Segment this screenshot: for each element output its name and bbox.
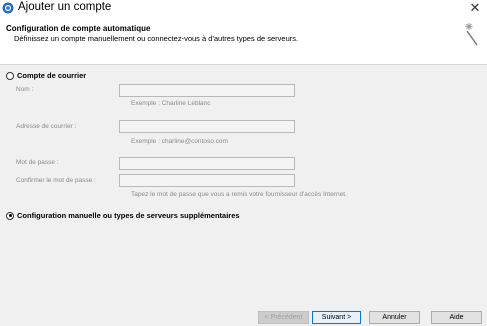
password-hint: Tapez le mot de passe que vous a remis v… [131, 191, 347, 198]
email-input[interactable] [119, 120, 295, 133]
email-hint: Exemple : charline@contoso.com [131, 138, 228, 145]
wizard-header: Configuration de compte automatique Défi… [0, 18, 487, 65]
name-label: Nom : [16, 86, 34, 93]
manual-config-label: Configuration manuelle ou types de serve… [17, 211, 240, 220]
manual-config-option[interactable]: Configuration manuelle ou types de serve… [6, 211, 240, 220]
password-input[interactable] [119, 157, 295, 170]
cancel-button[interactable]: Annuler [369, 311, 420, 324]
manual-config-radio[interactable] [6, 211, 14, 220]
header-title: Configuration de compte automatique [6, 24, 151, 33]
close-button[interactable]: ✕ [466, 0, 484, 16]
header-subtitle: Définissez un compte manuellement ou con… [14, 34, 299, 43]
title-bar: Ajouter un compte ✕ [0, 0, 487, 18]
confirm-password-label: Confirmer le mot de passe : [16, 177, 96, 184]
next-button[interactable]: Suivant > [312, 311, 361, 324]
password-label: Mot de passe : [16, 159, 59, 166]
email-account-radio[interactable] [6, 71, 14, 80]
email-label: Adresse de courrier : [16, 123, 77, 130]
outlook-app-icon [2, 2, 14, 14]
wizard-sparkle-icon [465, 23, 478, 46]
previous-button[interactable]: < Précédent [258, 311, 309, 324]
help-button[interactable]: Aide [431, 311, 482, 324]
name-hint: Exemple : Charline Leblanc [131, 100, 211, 107]
window-title: Ajouter un compte [18, 1, 112, 13]
email-account-label: Compte de courrier [17, 71, 87, 80]
name-input[interactable] [119, 84, 295, 97]
confirm-password-input[interactable] [119, 174, 295, 187]
email-account-option[interactable]: Compte de courrier [6, 71, 86, 80]
